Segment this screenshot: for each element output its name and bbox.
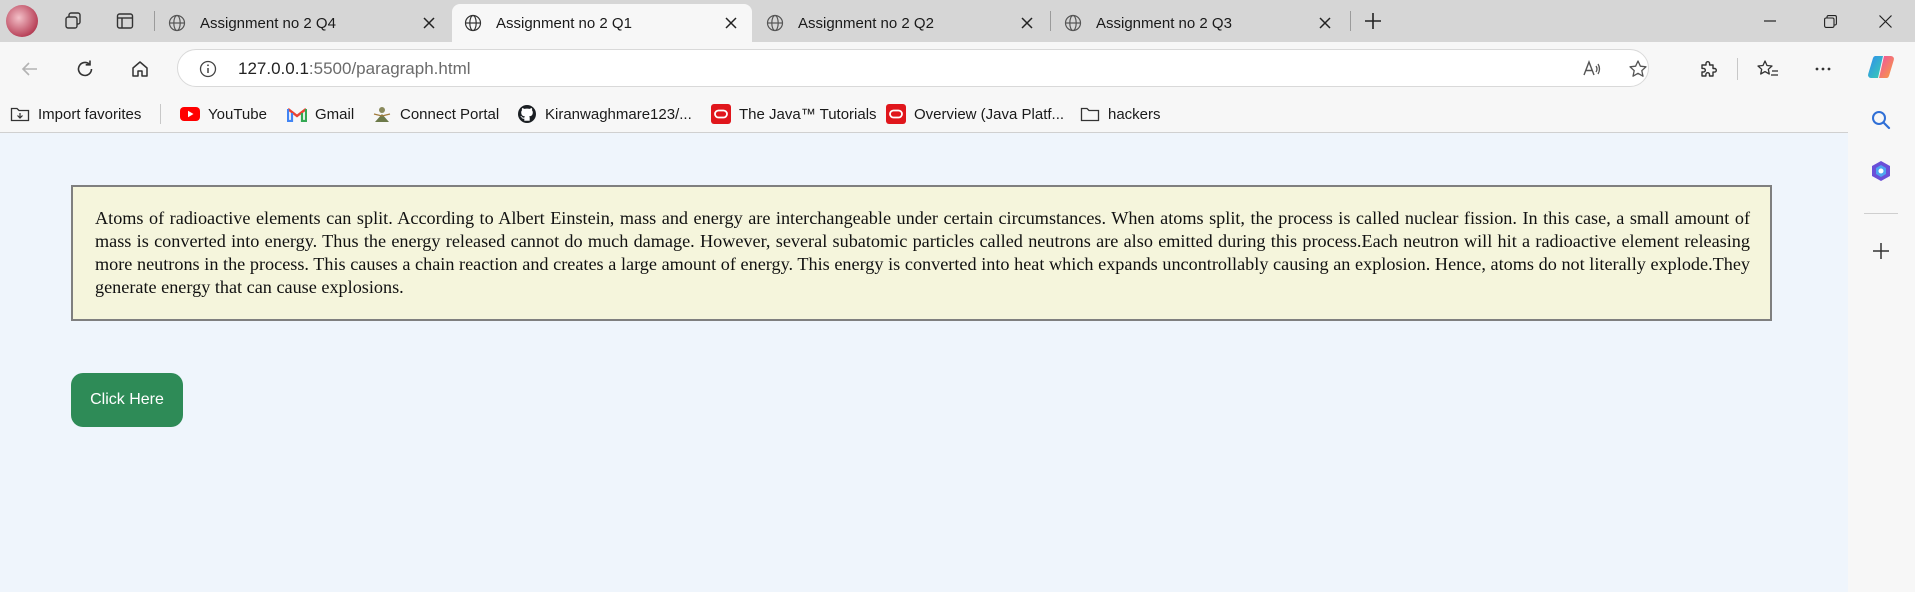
gmail-icon (287, 104, 307, 124)
github-icon (517, 104, 537, 124)
tab-assignment-q1[interactable]: Assignment no 2 Q1 (452, 4, 752, 42)
toolbar-separator (1737, 58, 1738, 80)
tab-assignment-q3[interactable]: Assignment no 2 Q3 (1052, 4, 1346, 42)
folder-import-icon (10, 104, 30, 124)
favorite-label: Connect Portal (400, 105, 500, 123)
more-menu-button[interactable] (1808, 54, 1838, 84)
address-bar[interactable]: 127.0.0.1:5500/paragraph.html (177, 49, 1649, 87)
favorite-label: Import favorites (38, 105, 142, 123)
folder-icon (1080, 104, 1100, 124)
favorites-bar: Import favorites YouTube Gmail Connect P… (0, 95, 1848, 133)
favorite-star-icon[interactable] (1627, 58, 1649, 80)
tab-separator (154, 11, 155, 31)
favorites-button[interactable] (1753, 54, 1783, 84)
home-button[interactable] (125, 54, 155, 84)
favorite-java-tutorials[interactable]: The Java™ Tutorials (711, 95, 877, 133)
globe-icon (766, 14, 784, 32)
copilot-icon[interactable] (1866, 52, 1896, 82)
youtube-icon (180, 104, 200, 124)
new-tab-button[interactable] (1359, 7, 1387, 35)
tab-label: Assignment no 2 Q3 (1096, 14, 1232, 32)
favorite-github[interactable]: Kiranwaghmare123/... (517, 95, 692, 133)
close-tab-icon[interactable] (722, 14, 740, 32)
tab-strip: Assignment no 2 Q4 Assignment no 2 Q1 As… (0, 0, 1915, 42)
tab-actions-icon[interactable] (112, 8, 138, 34)
puzzle-icon (1701, 61, 1717, 77)
sidebar-add-button[interactable] (1866, 236, 1896, 266)
oracle-icon (886, 104, 906, 124)
oracle-icon (711, 104, 731, 124)
favorite-label: The Java™ Tutorials (739, 105, 877, 123)
favorite-label: Kiranwaghmare123/... (545, 105, 692, 123)
favorite-label: Gmail (315, 105, 355, 123)
ellipsis-icon (1815, 67, 1831, 71)
plus-icon (1365, 13, 1381, 29)
restore-button[interactable] (1800, 0, 1860, 42)
favorite-gmail[interactable]: Gmail (287, 95, 354, 133)
paragraph-text: Atoms of radioactive elements can split.… (95, 208, 1750, 297)
tab-assignment-q4[interactable]: Assignment no 2 Q4 (156, 4, 450, 42)
workspaces-icon[interactable] (60, 8, 86, 34)
favorite-connect-portal[interactable]: Connect Portal (372, 95, 499, 133)
url-text: 127.0.0.1:5500/paragraph.html (238, 59, 471, 79)
arrow-left-icon (21, 62, 37, 76)
favorite-java-overview[interactable]: Overview (Java Platf... (886, 95, 1064, 133)
sidebar-office-button[interactable] (1866, 156, 1896, 186)
close-window-button[interactable] (1855, 0, 1915, 42)
browser-toolbar: 127.0.0.1:5500/paragraph.html (0, 42, 1915, 95)
tab-separator (1050, 11, 1051, 31)
office-icon (1872, 161, 1890, 181)
home-icon (132, 61, 148, 77)
close-tab-icon[interactable] (1316, 14, 1334, 32)
globe-icon (168, 14, 186, 32)
favorite-label: Overview (Java Platf... (914, 105, 1065, 123)
favorite-hackers-folder[interactable]: hackers (1080, 95, 1161, 133)
tab-label: Assignment no 2 Q2 (798, 14, 934, 32)
globe-icon (464, 14, 482, 32)
globe-icon (1064, 14, 1082, 32)
restore-icon (1823, 14, 1837, 28)
favorites-separator (160, 104, 161, 124)
tab-label: Assignment no 2 Q1 (496, 14, 632, 32)
close-icon (1878, 14, 1892, 28)
minimize-button[interactable] (1740, 0, 1800, 42)
refresh-button[interactable] (70, 54, 100, 84)
favorite-label: YouTube (208, 105, 267, 123)
sidebar-search-button[interactable] (1866, 105, 1896, 135)
tab-separator (1350, 11, 1351, 31)
close-tab-icon[interactable] (420, 14, 438, 32)
read-aloud-icon[interactable] (1581, 58, 1603, 80)
url-path: :5500/paragraph.html (308, 59, 471, 78)
connect-portal-icon (372, 104, 392, 124)
paragraph-box: Atoms of radioactive elements can split.… (71, 185, 1772, 321)
extensions-button[interactable] (1693, 54, 1723, 84)
search-icon (1872, 111, 1891, 130)
sidebar-divider (1864, 213, 1898, 214)
favorite-youtube[interactable]: YouTube (180, 95, 267, 133)
close-tab-icon[interactable] (1018, 14, 1036, 32)
favorites-list-icon (1757, 60, 1778, 76)
back-button[interactable] (15, 54, 45, 84)
tab-assignment-q2[interactable]: Assignment no 2 Q2 (754, 4, 1048, 42)
profile-avatar[interactable] (6, 5, 38, 37)
site-info-icon[interactable] (198, 59, 218, 79)
favorite-label: hackers (1108, 105, 1161, 123)
page-viewport: Atoms of radioactive elements can split.… (0, 133, 1848, 592)
refresh-icon (77, 60, 93, 77)
favorite-import-favorites[interactable]: Import favorites (10, 95, 141, 133)
plus-icon (1873, 243, 1889, 259)
url-host: 127.0.0.1 (238, 59, 309, 78)
tab-label: Assignment no 2 Q4 (200, 14, 336, 32)
click-here-button[interactable]: Click Here (71, 373, 183, 427)
minimize-icon (1764, 20, 1776, 22)
